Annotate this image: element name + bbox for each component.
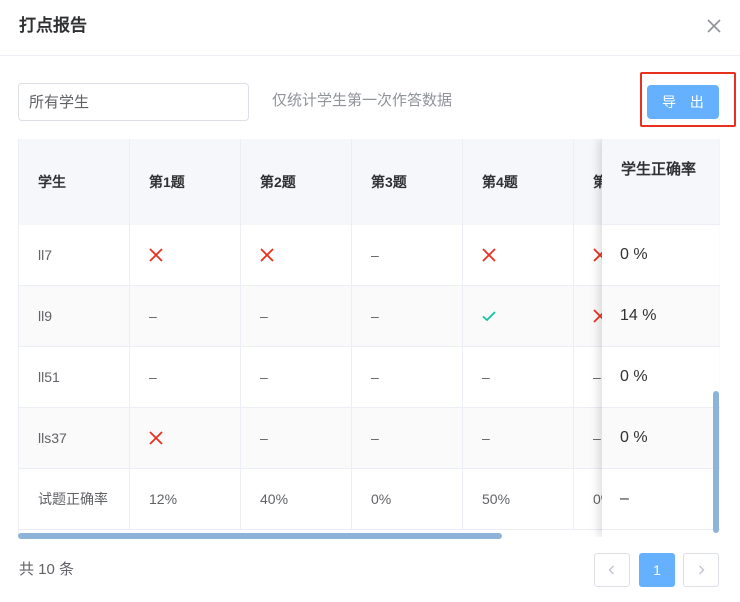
question-rate-value: 40% xyxy=(260,491,289,507)
no-answer-dash: – xyxy=(149,369,157,385)
student-filter-value: 所有学生 xyxy=(29,94,90,111)
answer-cell: – xyxy=(352,225,463,285)
total-count: 共 10 条 xyxy=(19,561,75,578)
answer-cell: – xyxy=(241,347,352,407)
check-icon xyxy=(482,311,496,322)
student-rate-cell: 0 % xyxy=(602,225,719,286)
answer-cell xyxy=(463,286,574,346)
column-header-student-correct-rate: 学生正确率 xyxy=(602,139,719,225)
answer-cell: – xyxy=(241,408,352,468)
no-answer-dash: – xyxy=(371,369,379,385)
cross-icon xyxy=(482,248,496,262)
prev-page-button[interactable] xyxy=(594,553,630,587)
no-answer-dash: – xyxy=(593,430,601,446)
student-rate-value: 0 % xyxy=(620,429,648,446)
student-name: ll51 xyxy=(38,369,60,385)
report-table: 学生第1题第2题第3题第4题第5题ll7–ll9–––ll51–––––lls3… xyxy=(18,139,720,537)
column-header-label: 学生正确率 xyxy=(621,161,697,178)
answer-cell: – xyxy=(241,286,352,346)
no-answer-dash: – xyxy=(482,369,490,385)
chevron-left-icon xyxy=(608,565,614,575)
student-name-cell: ll9 xyxy=(19,286,130,346)
student-rate-cell: 14 % xyxy=(602,286,719,347)
column-header-label: 第2题 xyxy=(260,174,296,190)
student-filter-select[interactable]: 所有学生 xyxy=(18,83,249,121)
no-answer-dash: – xyxy=(260,369,268,385)
question-rate-cell: 40% xyxy=(241,469,352,529)
answer-cell: – xyxy=(352,408,463,468)
column-header-label: 第3题 xyxy=(371,174,407,190)
cross-icon xyxy=(260,248,274,262)
no-answer-dash: – xyxy=(149,308,157,324)
no-answer-dash: – xyxy=(593,369,601,385)
question-rate-value: 0% xyxy=(371,491,392,507)
summary-label: 试题正确率 xyxy=(38,491,108,507)
column-header-label: 学生 xyxy=(38,174,66,190)
cross-icon xyxy=(149,431,163,445)
column-header-student: 学生 xyxy=(19,139,130,225)
cross-icon xyxy=(149,248,163,262)
question-rate-value: 50% xyxy=(482,491,511,507)
no-answer-dash: – xyxy=(260,430,268,446)
no-answer-dash: – xyxy=(371,308,379,324)
answer-cell: – xyxy=(352,286,463,346)
answer-cell: – xyxy=(463,408,574,468)
no-answer-dash: – xyxy=(371,430,379,446)
column-header-question-2: 第2题 xyxy=(241,139,352,225)
student-name-cell: ll51 xyxy=(19,347,130,407)
dialog-title: 打点报告 xyxy=(19,16,87,35)
question-rate-value: 12% xyxy=(149,491,178,507)
vertical-scrollbar[interactable] xyxy=(713,391,719,533)
student-rate-cell: 0 % xyxy=(602,347,719,408)
student-name-cell: ll7 xyxy=(19,225,130,285)
answer-cell: – xyxy=(130,347,241,407)
filter-hint: 仅统计学生第一次作答数据 xyxy=(272,92,453,109)
answer-cell xyxy=(130,225,241,285)
column-header-label: 第1题 xyxy=(149,174,185,190)
page-number-1[interactable]: 1 xyxy=(639,553,675,587)
column-header-question-3: 第3题 xyxy=(352,139,463,225)
column-header-label: 第4题 xyxy=(482,174,518,190)
answer-cell: – xyxy=(463,347,574,407)
no-answer-dash: – xyxy=(482,430,490,446)
summary-rate-value: – xyxy=(620,490,629,507)
answer-cell xyxy=(241,225,352,285)
summary-label-cell: 试题正确率 xyxy=(19,469,130,529)
answer-cell: – xyxy=(130,286,241,346)
close-icon xyxy=(707,19,721,33)
summary-rate-cell: – xyxy=(602,469,719,530)
fixed-correct-rate-column: 学生正确率 0 % 14 % 0 % 0 % – xyxy=(602,139,719,537)
student-name: ll9 xyxy=(38,308,53,324)
student-name: lls37 xyxy=(38,430,67,446)
column-header-question-4: 第4题 xyxy=(463,139,574,225)
dialog-header: 打点报告 xyxy=(0,0,740,56)
close-button[interactable] xyxy=(704,16,724,36)
question-rate-cell: 0% xyxy=(352,469,463,529)
question-rate-cell: 50% xyxy=(463,469,574,529)
answer-cell: – xyxy=(352,347,463,407)
student-rate-value: 0 % xyxy=(620,246,648,263)
student-rate-value: 0 % xyxy=(620,368,648,385)
student-name-cell: lls37 xyxy=(19,408,130,468)
chevron-right-icon xyxy=(699,565,705,575)
no-answer-dash: – xyxy=(260,308,268,324)
export-button[interactable]: 导 出 xyxy=(647,85,719,119)
answer-cell xyxy=(130,408,241,468)
student-name: ll7 xyxy=(38,247,53,263)
horizontal-scrollbar[interactable] xyxy=(18,533,502,539)
question-rate-cell: 12% xyxy=(130,469,241,529)
next-page-button[interactable] xyxy=(683,553,719,587)
student-rate-cell: 0 % xyxy=(602,408,719,469)
student-rate-value: 14 % xyxy=(620,307,657,324)
column-header-question-1: 第1题 xyxy=(130,139,241,225)
answer-cell xyxy=(463,225,574,285)
no-answer-dash: – xyxy=(371,247,379,263)
